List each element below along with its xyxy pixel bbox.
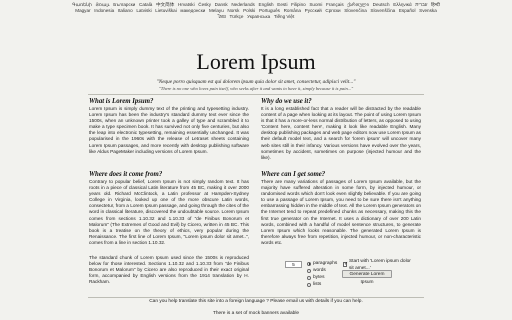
language-bar: Գառենի Յռալւ Български Català 中文简体 Hrvat… <box>70 2 442 48</box>
language-link[interactable]: Česky <box>198 2 211 7</box>
option-label: paragraphs <box>313 261 338 266</box>
divider <box>88 297 424 298</box>
language-link[interactable]: Українська <box>247 14 270 19</box>
radio-button[interactable] <box>307 261 311 266</box>
language-link[interactable]: Hrvatski <box>178 2 195 7</box>
section-heading: Why do we use it? <box>261 98 312 105</box>
section-text: Lorem Ipsum is simply dummy text of the … <box>89 106 249 154</box>
option-label: bytes <box>313 275 325 280</box>
option-bytes[interactable]: bytes <box>307 274 337 281</box>
radio-button[interactable] <box>307 275 311 280</box>
section-text: Contrary to popular belief, Lorem Ipsum … <box>89 179 249 245</box>
language-link[interactable]: Melayu <box>209 8 224 13</box>
language-link[interactable]: Magyar <box>75 8 90 13</box>
section-text: It is a long established fact that a rea… <box>261 106 421 160</box>
language-link[interactable]: 中文简体 <box>156 2 174 7</box>
language-link[interactable]: Eesti <box>277 2 287 7</box>
option-paragraphs[interactable]: paragraphs <box>307 260 337 267</box>
language-link[interactable]: Italiano <box>118 8 133 13</box>
radio-button[interactable] <box>307 282 311 287</box>
language-link[interactable]: Յռալւ <box>96 2 110 7</box>
translate-request: Can you help translate this site into a … <box>149 299 363 304</box>
language-link[interactable]: Indonesia <box>94 8 114 13</box>
language-link[interactable]: Español <box>399 8 416 13</box>
option-label: lists <box>313 282 322 287</box>
divider <box>88 94 424 95</box>
language-link[interactable]: Româna <box>284 8 301 13</box>
latin-quote: "Neque porro quisquam est qui dolorem ip… <box>156 79 356 85</box>
language-link[interactable]: Català <box>139 2 152 7</box>
start-with-toggle[interactable]: Start with 'Lorem ipsum dolor sit amet..… <box>343 259 415 271</box>
page-title: Lorem Ipsum <box>196 49 316 74</box>
option-lists[interactable]: lists <box>307 281 337 288</box>
generate-button[interactable]: Generate Lorem Ipsum <box>342 270 392 285</box>
option-label: words <box>313 268 326 273</box>
language-link[interactable]: עברית <box>415 2 427 7</box>
section-where-get: Where can I get some? There are many var… <box>261 171 421 246</box>
language-link[interactable]: ไทย <box>218 14 226 19</box>
language-link[interactable]: Tiếng Việt <box>274 14 294 19</box>
quote-translation: "There is no one who loves pain itself, … <box>158 86 354 91</box>
language-link[interactable]: Norsk <box>227 8 239 13</box>
language-link[interactable]: Suomi <box>309 2 322 7</box>
section-what-is: What is Lorem Ipsum? Lorem Ipsum is simp… <box>89 98 249 155</box>
language-link[interactable]: Slovenčina <box>344 8 366 13</box>
section-text: The standard chunk of Lorem Ipsum used s… <box>89 255 249 285</box>
language-link[interactable]: Српски <box>325 8 340 13</box>
section-heading: Where can I get some? <box>261 171 326 178</box>
language-link[interactable]: Lietuviškai <box>155 8 176 13</box>
section-standard-chunk: The standard chunk of Lorem Ipsum used s… <box>89 255 249 285</box>
language-link[interactable]: हिन्दी <box>431 2 440 7</box>
language-link[interactable]: Türkçe <box>229 14 243 19</box>
section-text: There are many variations of passages of… <box>261 179 421 245</box>
start-with-checkbox[interactable] <box>343 261 348 267</box>
language-link[interactable]: Slovenščina <box>370 8 395 13</box>
amount-input[interactable]: 5 <box>285 261 302 268</box>
banners-link[interactable]: There is a set of mock banners available <box>0 311 512 317</box>
language-link[interactable]: English <box>259 2 274 7</box>
section-heading: Where does it come from? <box>89 171 163 178</box>
language-link[interactable]: Pyccкий <box>305 8 322 13</box>
language-link[interactable]: македонски <box>180 8 205 13</box>
radio-button[interactable] <box>307 268 311 273</box>
language-link[interactable]: Filipino <box>291 2 306 7</box>
language-link[interactable]: Български <box>113 2 135 7</box>
language-link[interactable]: Svenska <box>419 8 437 13</box>
generator-form: 5 paragraphs words bytes lists Start wit… <box>285 259 415 292</box>
language-link[interactable]: Latviski <box>136 8 151 13</box>
section-why-use: Why do we use it? It is a long establish… <box>261 98 421 161</box>
section-where-from: Where does it come from? Contrary to pop… <box>89 171 249 246</box>
language-link[interactable]: Գառենի <box>72 2 92 7</box>
unit-options: paragraphs words bytes lists <box>307 260 337 288</box>
language-link[interactable]: Polski <box>243 8 255 13</box>
section-heading: What is Lorem Ipsum? <box>89 98 154 105</box>
language-link[interactable]: Nederlands <box>231 2 255 7</box>
language-link[interactable]: Português <box>259 8 280 13</box>
option-words[interactable]: words <box>307 267 337 274</box>
language-link[interactable]: Ελληνικά <box>393 2 411 7</box>
language-link[interactable]: Dansk <box>215 2 228 7</box>
language-link[interactable]: Français <box>326 2 344 7</box>
language-link[interactable]: Deutsch <box>373 2 390 7</box>
language-link[interactable]: ქართული <box>347 2 369 7</box>
